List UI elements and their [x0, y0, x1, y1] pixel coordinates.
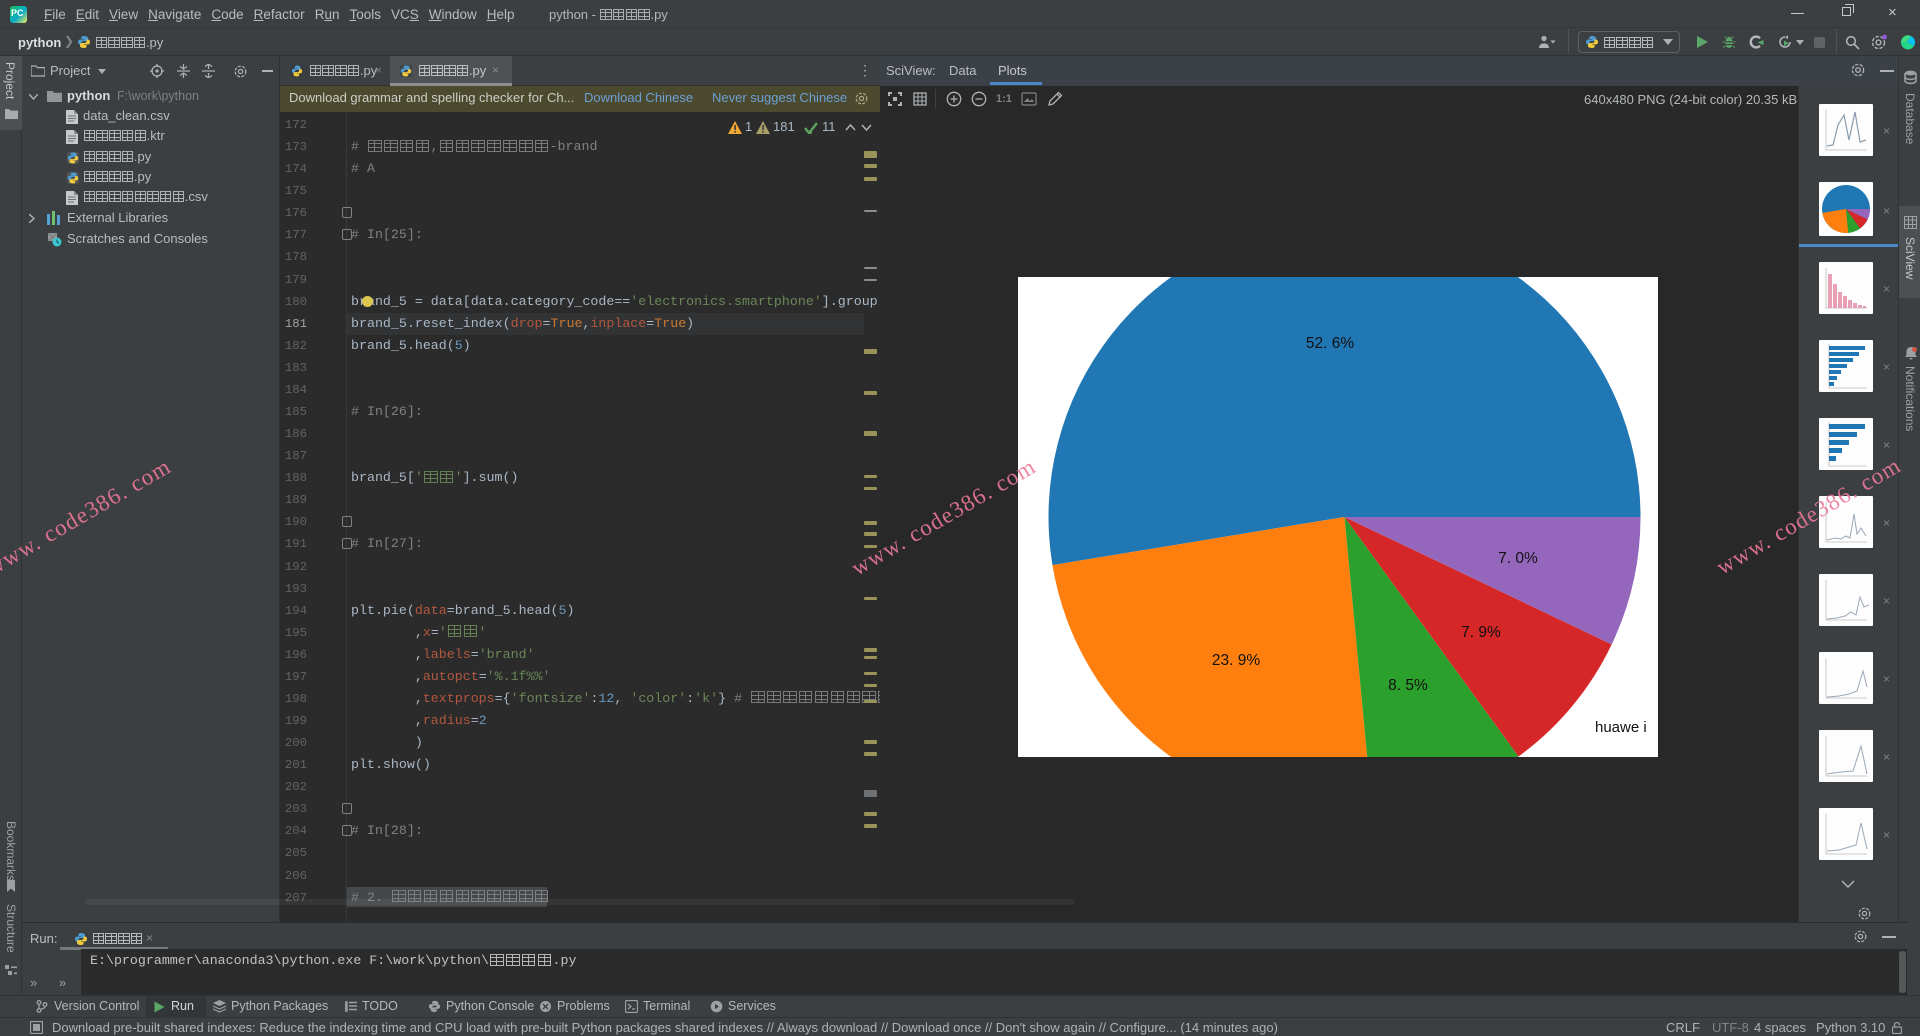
- svg-text:huawe i: huawe i: [1595, 719, 1647, 736]
- svg-text:23. 9%: 23. 9%: [1212, 652, 1260, 669]
- svg-text:7. 9%: 7. 9%: [1461, 624, 1501, 641]
- svg-text:8. 5%: 8. 5%: [1388, 677, 1428, 694]
- svg-text:7. 0%: 7. 0%: [1498, 550, 1538, 567]
- svg-text:52. 6%: 52. 6%: [1306, 335, 1354, 352]
